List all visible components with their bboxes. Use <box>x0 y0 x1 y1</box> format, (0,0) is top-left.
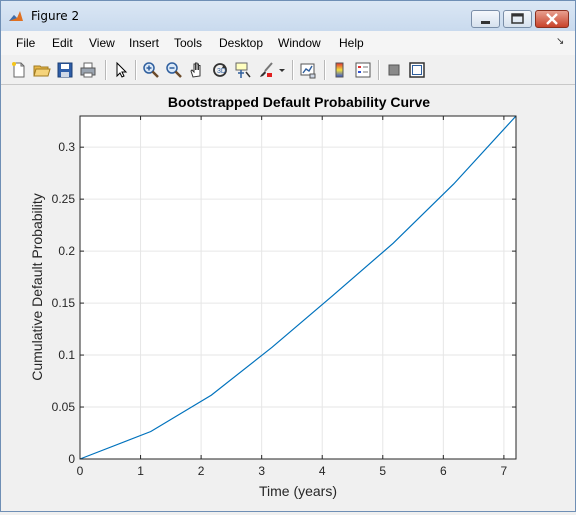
undock-arrow-icon[interactable]: ↘ <box>556 36 564 47</box>
y-tick-label: 0.3 <box>58 140 75 154</box>
new-figure-icon[interactable] <box>10 61 28 79</box>
close-button[interactable] <box>535 10 569 28</box>
figure-toolbar: 3D <box>1 56 575 85</box>
menu-help[interactable]: Help <box>339 36 364 50</box>
hide-tools-icon[interactable] <box>385 61 403 79</box>
y-tick-label: 0.25 <box>52 192 76 206</box>
minimize-icon <box>481 21 490 24</box>
menu-window[interactable]: Window <box>278 36 321 50</box>
figure-window: Figure 2 File Edit View Insert Tools Des… <box>0 0 576 512</box>
rotate-3d-icon[interactable]: 3D <box>211 61 229 79</box>
zoom-in-icon[interactable] <box>142 61 160 79</box>
toolbar-separator <box>105 60 107 80</box>
legend-icon[interactable] <box>354 61 372 79</box>
chart-title: Bootstrapped Default Probability Curve <box>168 94 430 110</box>
toolbar-separator <box>135 60 137 80</box>
menu-insert[interactable]: Insert <box>129 36 159 50</box>
maximize-icon <box>511 13 524 24</box>
title-bar[interactable]: Figure 2 <box>1 1 575 31</box>
plot-svg: Bootstrapped Default Probability Curve 0… <box>29 94 517 499</box>
menu-edit[interactable]: Edit <box>52 36 73 50</box>
x-tick-label: 5 <box>379 464 386 478</box>
menu-view[interactable]: View <box>89 36 115 50</box>
svg-text:3D: 3D <box>217 68 226 75</box>
x-tick-label: 6 <box>440 464 447 478</box>
save-icon[interactable] <box>56 61 74 79</box>
open-icon[interactable] <box>33 61 51 79</box>
brush-icon[interactable] <box>257 61 275 79</box>
menu-tools[interactable]: Tools <box>174 36 202 50</box>
y-tick-label: 0 <box>68 452 75 466</box>
x-tick-label: 1 <box>137 464 144 478</box>
menu-file[interactable]: File <box>16 36 35 50</box>
brush-dropdown-icon[interactable] <box>277 61 287 79</box>
toolbar-separator <box>378 60 380 80</box>
data-cursor-icon[interactable] <box>234 61 252 79</box>
y-tick-label: 0.15 <box>52 296 76 310</box>
matlab-icon <box>9 11 23 21</box>
colorbar-icon[interactable] <box>331 61 349 79</box>
x-tick-label: 4 <box>319 464 326 478</box>
toolbar-separator <box>324 60 326 80</box>
print-icon[interactable] <box>79 61 97 79</box>
toolbar-separator <box>292 60 294 80</box>
menu-desktop[interactable]: Desktop <box>219 36 263 50</box>
figure-canvas: Bootstrapped Default Probability Curve 0… <box>1 85 575 511</box>
y-tick-label: 0.05 <box>52 400 76 414</box>
pan-hand-icon[interactable] <box>188 61 206 79</box>
window-title: Figure 2 <box>31 9 80 23</box>
close-icon <box>546 13 558 25</box>
x-axis-label: Time (years) <box>259 483 337 499</box>
minimize-button[interactable] <box>471 10 500 28</box>
maximize-button[interactable] <box>503 10 532 28</box>
y-axis-label: Cumulative Default Probability <box>29 193 45 381</box>
x-tick-label: 3 <box>258 464 265 478</box>
y-tick-label: 0.1 <box>58 348 75 362</box>
axes-background[interactable] <box>80 116 516 459</box>
x-tick-label: 7 <box>501 464 508 478</box>
x-tick-label: 0 <box>77 464 84 478</box>
select-arrow-icon[interactable] <box>112 61 130 79</box>
zoom-out-icon[interactable] <box>165 61 183 79</box>
menu-bar: File Edit View Insert Tools Desktop Wind… <box>1 31 575 55</box>
x-tick-label: 2 <box>198 464 205 478</box>
y-tick-label: 0.2 <box>58 244 75 258</box>
show-tools-icon[interactable] <box>408 61 426 79</box>
link-plot-icon[interactable] <box>299 61 317 79</box>
